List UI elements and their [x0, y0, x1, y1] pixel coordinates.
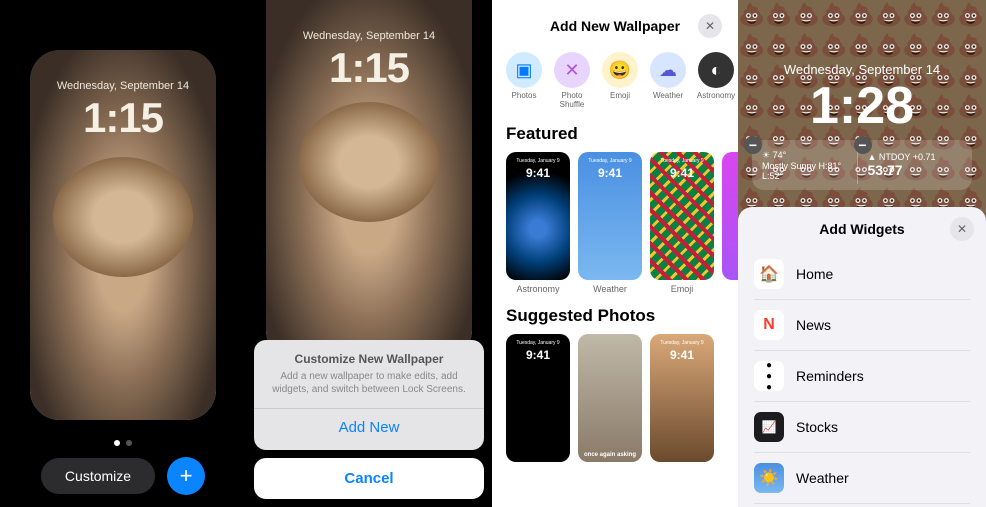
suggested-photo-thumb[interactable]: Tuesday, January 9 9:41 — [650, 334, 714, 462]
sheet-title: Add New Wallpaper — [532, 18, 698, 34]
reminders-icon: ●●● — [754, 361, 784, 391]
app-label: Reminders — [796, 368, 864, 384]
lockscreen-time[interactable]: 1:28 — [738, 76, 986, 136]
wallpaper-thumb-astronomy[interactable]: Tuesday, January 9 9:41 — [506, 152, 570, 280]
suggested-heading: Suggested Photos — [492, 302, 738, 334]
category-emoji[interactable]: 😀 Emoji — [598, 52, 642, 110]
category-label: Photos — [512, 92, 537, 101]
close-button[interactable]: ✕ — [698, 14, 722, 38]
category-astronomy[interactable]: ◐ Astronomy — [694, 52, 738, 110]
app-label: News — [796, 317, 831, 333]
category-photo-shuffle[interactable]: ✕ Photo Shuffle — [550, 52, 594, 110]
emoji-icon: 😀 — [602, 52, 638, 88]
category-label: Weather — [653, 92, 683, 101]
news-icon: N — [754, 310, 784, 340]
widget-app-list[interactable]: 🏠 Home N News ●●● Reminders 📈 Stocks ☀️ … — [738, 249, 986, 507]
category-photos[interactable]: ▣ Photos — [502, 52, 546, 110]
thumb-label: Emoji — [671, 284, 694, 294]
wallpaper-thumb-weather[interactable]: Tuesday, January 9 9:41 — [578, 152, 642, 280]
suggested-photo-thumb[interactable]: Tuesday, January 9 9:41 — [506, 334, 570, 462]
weather-icon: ☁ — [650, 52, 686, 88]
add-widgets-panel: 💩💩💩💩💩💩💩💩💩💩💩💩💩💩💩💩💩💩💩💩💩💩💩💩💩💩💩💩💩💩💩💩💩💩💩💩💩💩💩💩… — [738, 0, 986, 507]
widget-app-news[interactable]: N News — [754, 300, 970, 351]
sheet-title: Add Widgets — [819, 221, 904, 237]
bottom-toolbar: Customize + — [0, 457, 246, 495]
sheet-title: Customize New Wallpaper — [264, 352, 474, 366]
lockscreen-date[interactable]: Wednesday, September 14 — [738, 62, 986, 77]
featured-row[interactable]: Tuesday, January 9 9:41 Astronomy Tuesda… — [492, 152, 738, 302]
lockscreen-preview[interactable]: Wednesday, September 14 1:15 — [30, 50, 216, 420]
close-button[interactable]: ✕ — [950, 217, 974, 241]
featured-heading: Featured — [492, 120, 738, 152]
widget-app-home[interactable]: 🏠 Home — [754, 249, 970, 300]
wallpaper-thumb-color[interactable] — [722, 152, 738, 280]
lockscreen-date: Wednesday, September 14 — [30, 80, 216, 92]
category-label: Photo Shuffle — [550, 92, 594, 110]
widget-app-reminders[interactable]: ●●● Reminders — [754, 351, 970, 402]
photos-icon: ▣ — [506, 52, 542, 88]
weather-icon: ☀️ — [754, 463, 784, 493]
suggested-photo-thumb[interactable]: once again asking — [578, 334, 642, 462]
app-label: Weather — [796, 470, 849, 486]
remove-widget-button[interactable]: − — [854, 136, 872, 154]
stocks-widget[interactable]: − ▲ NTDOY +0.71 53.77 — [857, 146, 963, 184]
lockscreen-time: 1:15 — [266, 44, 472, 92]
widget-app-stocks[interactable]: 📈 Stocks — [754, 402, 970, 453]
wallpaper-thumb-emoji[interactable]: Tuesday, January 9 9:41 — [650, 152, 714, 280]
customize-button[interactable]: Customize — [41, 458, 155, 494]
thumb-label: Astronomy — [516, 284, 559, 294]
shuffle-icon: ✕ — [554, 52, 590, 88]
lockscreen-preview: Wednesday, September 14 1:15 — [266, 0, 472, 360]
app-label: Stocks — [796, 419, 838, 435]
page-indicator — [0, 433, 246, 451]
category-label: Astronomy — [697, 92, 735, 101]
add-wallpaper-button[interactable]: + — [167, 457, 205, 495]
widget-app-weather[interactable]: ☀️ Weather — [754, 453, 970, 504]
thumb-label: Weather — [593, 284, 627, 294]
sheet-description: Add a new wallpaper to make edits, add w… — [264, 370, 474, 396]
category-label: Emoji — [610, 92, 630, 101]
add-new-button[interactable]: Add New — [264, 409, 474, 438]
add-widgets-sheet: Add Widgets ✕ 🏠 Home N News ●●● Reminder… — [738, 207, 986, 507]
customize-prompt-panel: Wednesday, September 14 1:15 Customize N… — [246, 0, 492, 507]
cancel-button[interactable]: Cancel — [254, 458, 484, 499]
category-weather[interactable]: ☁ Weather — [646, 52, 690, 110]
lockscreen-gallery-panel: Wednesday, September 14 1:15 Customize + — [0, 0, 246, 507]
sheet-header: Add New Wallpaper ✕ — [492, 0, 738, 48]
action-sheet: Customize New Wallpaper Add a new wallpa… — [254, 340, 484, 499]
app-label: Home — [796, 266, 833, 282]
astronomy-icon: ◐ — [698, 52, 734, 88]
sheet-header: Add Widgets ✕ — [738, 207, 986, 249]
action-sheet-card: Customize New Wallpaper Add a new wallpa… — [254, 340, 484, 450]
remove-widget-button[interactable]: − — [744, 136, 762, 154]
weather-widget[interactable]: − ☀ 74° Mostly Sunny H:81° L:52° — [762, 146, 857, 184]
suggested-row[interactable]: Tuesday, January 9 9:41 once again askin… — [492, 334, 738, 470]
add-wallpaper-panel: Add New Wallpaper ✕ ▣ Photos ✕ Photo Shu… — [492, 0, 738, 507]
lockscreen-time: 1:15 — [30, 94, 216, 142]
stocks-icon: 📈 — [754, 412, 784, 442]
lockscreen-date: Wednesday, September 14 — [266, 30, 472, 42]
home-icon: 🏠 — [754, 259, 784, 289]
category-row: ▣ Photos ✕ Photo Shuffle 😀 Emoji ☁ Weath… — [492, 48, 738, 120]
widget-shelf[interactable]: − ☀ 74° Mostly Sunny H:81° L:52° − ▲ NTD… — [752, 140, 972, 190]
